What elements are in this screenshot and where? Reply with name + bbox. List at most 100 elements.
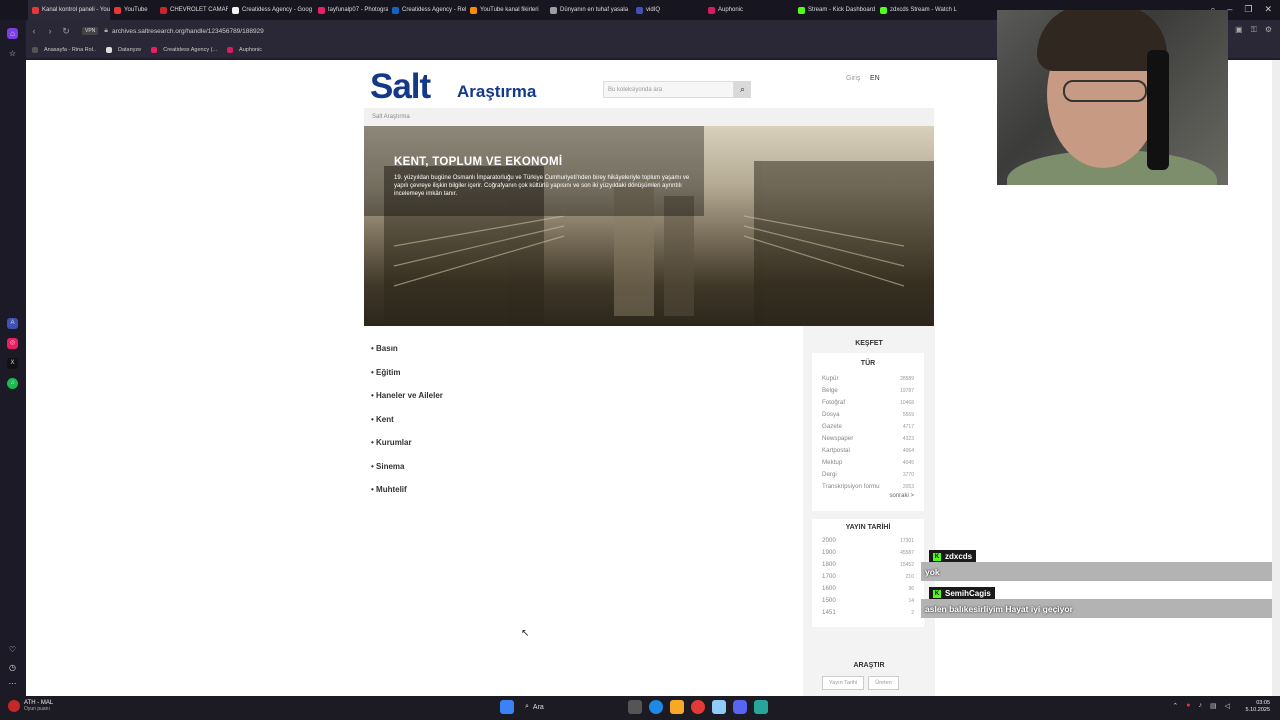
widgets-button[interactable]: ATH - MAL Oyun puanı [8, 700, 53, 712]
hero-title: KENT, TOPLUM VE EKONOMİ [394, 156, 563, 168]
bookmark-item[interactable]: Datanyze [105, 47, 141, 53]
tab-favicon-icon [232, 6, 239, 14]
browser-tab[interactable]: zdxcds Stream - Watch L [876, 0, 960, 20]
clock[interactable]: 03:05 5.10.2025 [1246, 700, 1270, 714]
type-facet-row[interactable]: Dergi 3770 [812, 469, 924, 481]
category-link[interactable]: • Eğitim [371, 368, 443, 392]
app-icon[interactable] [712, 700, 726, 714]
screenshot-icon[interactable]: ▣ [1235, 25, 1243, 35]
tab-label: Stream - Kick Dashboard [808, 7, 876, 13]
close-icon[interactable]: ✕ [1264, 4, 1272, 15]
browser-tab[interactable]: Kanal kontrol paneli - You [28, 0, 110, 20]
category-link[interactable]: • Kurumlar [371, 438, 443, 462]
settings-icon[interactable]: ⚙ [1265, 25, 1272, 35]
type-facet-row[interactable]: Gazete 4717 [812, 421, 924, 433]
salt-logo[interactable]: Salt [370, 69, 431, 104]
more-icon[interactable]: ⋯ [7, 678, 18, 689]
browser-tab[interactable]: Creatidess Agency - Rekla [388, 0, 466, 20]
type-facet-row[interactable]: Transkripsiyon formu 2053 [812, 481, 924, 493]
browser-tab[interactable]: Creatidess Agency - Goog [228, 0, 314, 20]
home-icon[interactable]: ⌂ [7, 28, 18, 39]
date-facet-row[interactable]: 1700 210 [812, 571, 924, 583]
edge-icon[interactable] [649, 700, 663, 714]
type-facet-row[interactable]: Mektup 4045 [812, 457, 924, 469]
record-icon[interactable]: ● [1186, 702, 1190, 710]
language-link[interactable]: EN [870, 75, 880, 82]
start-icon[interactable] [500, 700, 514, 714]
browser-tab[interactable]: vidIQ [632, 0, 704, 20]
date-facet-row[interactable]: 1451 2 [812, 607, 924, 619]
category-link[interactable]: • Kent [371, 415, 443, 439]
type-facet-row[interactable]: Kartpostal 4064 [812, 445, 924, 457]
type-facet-row[interactable]: Belge 19787 [812, 385, 924, 397]
taskbar: ATH - MAL Oyun puanı ⌕ Ara ⌃ ● ♪ ▤ ◁ 03:0… [0, 696, 1280, 720]
category-link[interactable]: • Muhtelif [371, 485, 443, 509]
publish-date-button[interactable]: Yayın Tarihi [822, 676, 865, 690]
x-icon[interactable]: X [7, 358, 18, 369]
breadcrumb[interactable]: Salt Araştırma [372, 114, 410, 120]
browser-tab[interactable]: CHEVROLET CAMARO AUT [156, 0, 228, 20]
chevron-up-icon[interactable]: ⌃ [1172, 702, 1178, 710]
collection-search-input[interactable]: Bu koleksiyonda ara [603, 81, 734, 98]
task-view-icon[interactable] [628, 700, 642, 714]
creator-button[interactable]: Üreten [868, 676, 899, 690]
date-facet-row[interactable]: 2000 17301 [812, 535, 924, 547]
spotify-icon[interactable]: ♫ [7, 378, 18, 389]
browser-tab[interactable]: Dünyanın en tuhaf yasala [546, 0, 632, 20]
category-label: Eğitim [376, 367, 401, 377]
bookmark-item[interactable]: Creatidess Agency (... [151, 47, 217, 53]
vpn-badge[interactable]: VPN [82, 27, 99, 35]
lock-icon[interactable]: 🔒︎ [104, 27, 108, 35]
lock-small-icon[interactable]: ⚿ [1251, 25, 1257, 35]
facet-count: 14 [908, 598, 914, 604]
aria-icon[interactable]: A [7, 318, 18, 329]
search-button[interactable]: ⌕ [734, 81, 751, 98]
heart-icon[interactable]: ♡ [7, 644, 18, 655]
browser-tab[interactable]: YouTube kanal fikirleri [466, 0, 546, 20]
category-link[interactable]: • Sinema [371, 462, 443, 486]
login-link[interactable]: Giriş [846, 75, 860, 82]
file-explorer-icon[interactable] [670, 700, 684, 714]
category-link[interactable]: • Haneler ve Aileler [371, 391, 443, 415]
bookmark-item[interactable]: Auphonic [227, 47, 262, 53]
type-facet-row[interactable]: Dosya 5569 [812, 409, 924, 421]
history-icon[interactable]: ◷ [7, 662, 18, 673]
minimize-icon[interactable]: – [1227, 4, 1232, 15]
type-facet-row[interactable]: Kupür 28589 [812, 373, 924, 385]
browser-tab[interactable]: Auphonic [704, 0, 794, 20]
reload-icon[interactable]: ↻ [58, 26, 74, 37]
date-facet-row[interactable]: 1600 96 [812, 583, 924, 595]
type-facet-row[interactable]: Newspaper 4323 [812, 433, 924, 445]
salt-logo-subtitle[interactable]: Araştırma [457, 82, 536, 102]
category-link[interactable]: • Basın [371, 344, 443, 368]
forward-icon[interactable]: › [42, 26, 58, 36]
browser-tab[interactable]: tayfunalp07 - Photograph [314, 0, 388, 20]
app-icon-2[interactable] [754, 700, 768, 714]
type-more-link[interactable]: sonraki > [812, 493, 924, 499]
instagram-icon[interactable]: ◎ [7, 338, 18, 349]
chat-message-2: aslen balıkesirliyim Hayat iyi geçiyor [921, 599, 1272, 618]
browser-tab[interactable]: YouTube [110, 0, 156, 20]
opera-gx-icon[interactable] [691, 700, 705, 714]
volume-icon[interactable]: ◁ [1225, 702, 1230, 710]
date-facet-row[interactable]: 1800 15452 [812, 559, 924, 571]
mic-icon[interactable]: ♪ [1198, 702, 1202, 710]
type-facet-row[interactable]: Fotoğraf 10468 [812, 397, 924, 409]
webcam-overlay [997, 10, 1228, 185]
network-icon[interactable]: ▤ [1210, 702, 1217, 710]
facet-count: 2 [911, 610, 914, 616]
discord-icon[interactable] [733, 700, 747, 714]
date-facet-row[interactable]: 1900 45587 [812, 547, 924, 559]
back-icon[interactable]: ‹ [26, 26, 42, 36]
url-field[interactable]: VPN 🔒︎ archives.saltresearch.org/handle/… [82, 24, 982, 39]
page-scrollbar[interactable] [1272, 60, 1280, 696]
star-icon[interactable]: ☆ [7, 48, 18, 59]
date-facet-box: YAYIN TARİHİ 2000 17301 1900 45587 1800 15452… [812, 519, 924, 627]
browser-tab[interactable]: Stream - Kick Dashboard [794, 0, 876, 20]
taskbar-search[interactable]: ⌕ Ara [521, 700, 621, 714]
url-text[interactable]: archives.saltresearch.org/handle/1234567… [112, 28, 264, 35]
maximize-icon[interactable]: ❐ [1244, 4, 1252, 15]
date-facet-row[interactable]: 1500 14 [812, 595, 924, 607]
bookmark-item[interactable]: Anasayfa - Rina Rol.. [32, 47, 96, 53]
facet-count: 4717 [902, 424, 914, 430]
